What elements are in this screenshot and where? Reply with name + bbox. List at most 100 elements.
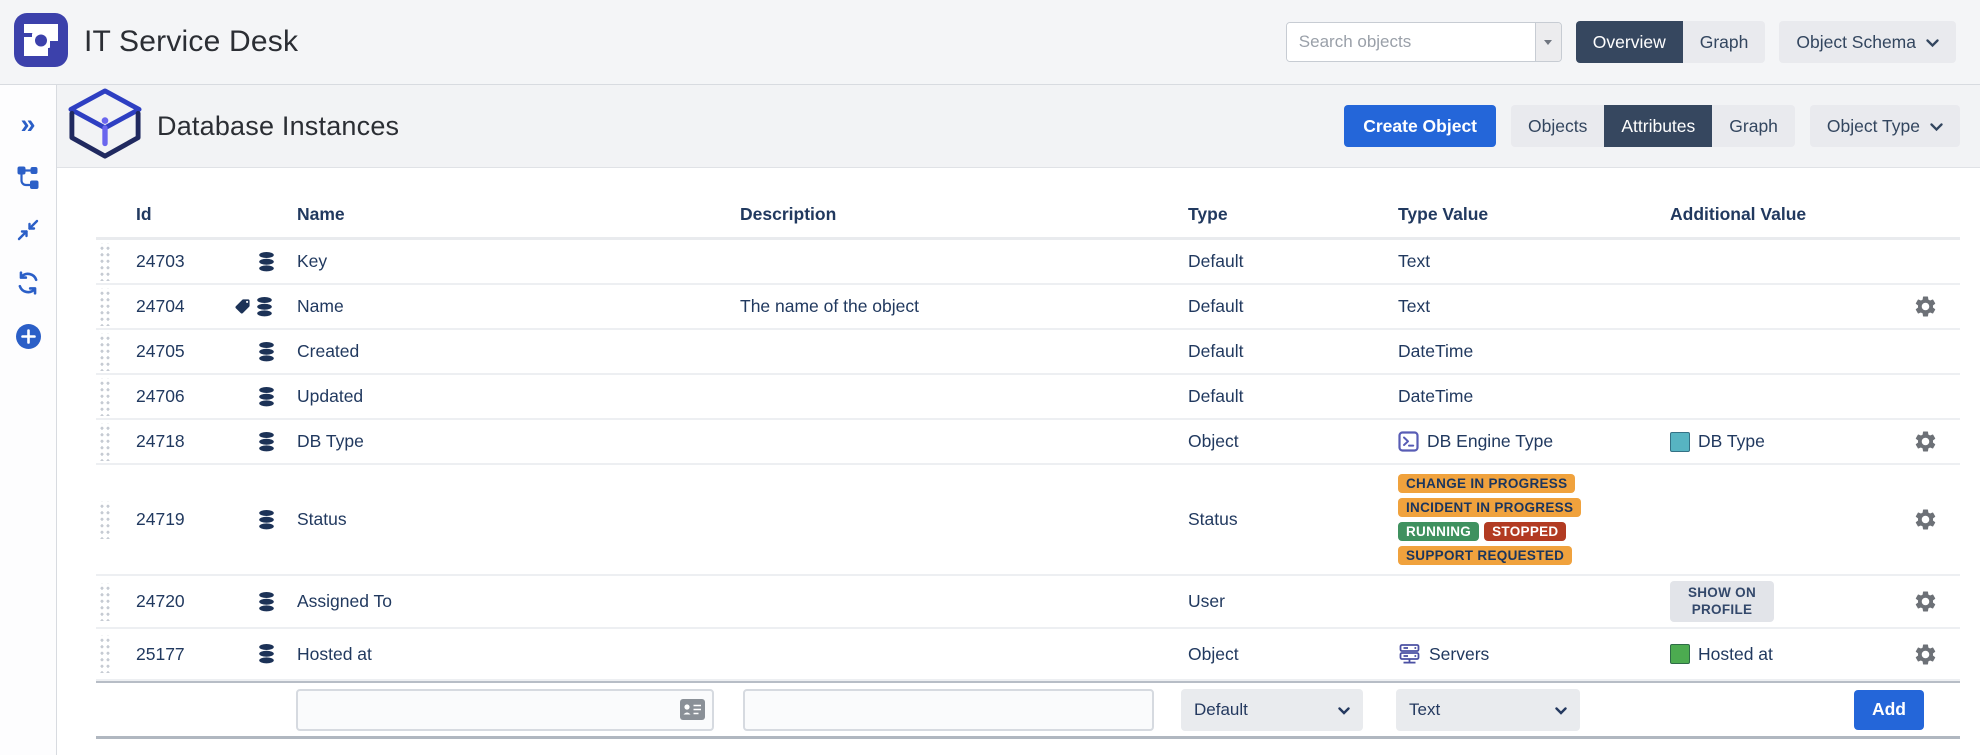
chevron-down-icon [1930,116,1943,137]
table-row: 25177Hosted atObjectServersHosted at [96,629,1960,681]
attribute-description: The name of the object [740,296,1188,317]
database-icon [257,251,276,273]
object-schema-menu-label: Object Schema [1796,32,1916,53]
database-icon [257,509,276,531]
type-value-label: DB Engine Type [1427,431,1553,452]
new-attribute-name-input[interactable] [296,689,714,731]
database-icon [257,386,276,408]
create-object-button[interactable]: Create Object [1344,105,1496,147]
collapse-icon[interactable] [13,215,43,245]
attribute-name: Hosted at [297,644,740,665]
settings-gear-icon[interactable] [1913,642,1938,667]
drag-handle-icon[interactable] [98,288,111,326]
attribute-name: Assigned To [297,591,740,612]
additional-value-label: DB Type [1698,431,1765,452]
search-dropdown-button[interactable] [1535,23,1561,61]
add-attribute-row: Default Text Add [96,681,1960,739]
attribute-id: 24720 [136,591,231,612]
drag-handle-icon[interactable] [98,333,111,371]
tag-icon [234,298,251,315]
top-nav-group: Overview Graph [1576,21,1766,63]
status-badge: SUPPORT REQUESTED [1398,546,1572,565]
terminal-window-icon [1398,431,1419,452]
type-select-value: Default [1194,700,1248,720]
database-icon [255,296,274,318]
tab-attributes[interactable]: Attributes [1604,105,1712,147]
add-button[interactable]: Add [1854,690,1924,730]
contact-card-icon[interactable] [680,699,705,720]
attribute-id: 24718 [136,431,231,452]
status-badge: RUNNING [1398,522,1479,541]
additional-value-label: Hosted at [1698,644,1773,665]
settings-gear-icon[interactable] [1913,507,1938,532]
attribute-type: User [1188,591,1398,612]
drag-handle-icon[interactable] [98,583,111,621]
object-type-menu-button[interactable]: Object Type [1810,105,1960,147]
table-row: 24705CreatedDefaultDateTime [96,330,1960,375]
table-header-row: Id Name Description Type Type Value Addi… [96,168,1960,240]
object-schema-menu-button[interactable]: Object Schema [1779,21,1956,63]
attribute-id: 24704 [136,296,231,317]
attribute-type: Default [1188,341,1398,362]
search-box [1286,22,1562,62]
type-value-select-value: Text [1409,700,1440,720]
attribute-type: Default [1188,386,1398,407]
drag-handle-icon[interactable] [98,501,111,539]
attributes-table: Id Name Description Type Type Value Addi… [96,168,1960,739]
app-header: IT Service Desk Overview Graph Object Sc… [0,0,1980,85]
attribute-type: Default [1188,296,1398,317]
column-header-id: Id [136,204,231,225]
refresh-icon[interactable] [13,268,43,298]
chevron-down-icon [1926,32,1939,53]
database-icon [257,341,276,363]
settings-gear-icon[interactable] [1913,294,1938,319]
expand-right-icon[interactable]: » [13,109,43,139]
attribute-name: Updated [297,386,740,407]
nav-overview-button[interactable]: Overview [1576,21,1683,63]
dropdown-triangle-icon [1544,40,1552,45]
brand: IT Service Desk [14,13,298,72]
tab-objects[interactable]: Objects [1511,105,1604,147]
status-badge: STOPPED [1484,522,1566,541]
search-input[interactable] [1287,23,1535,61]
type-value-select[interactable]: Text [1396,689,1580,731]
chevron-down-icon [1555,700,1567,720]
view-tabs: Objects Attributes Graph [1511,105,1795,147]
database-icon [257,431,276,453]
type-value-label: DateTime [1398,341,1473,362]
new-attribute-description-input[interactable] [743,689,1154,731]
attribute-type: Status [1188,509,1398,530]
column-header-name: Name [297,204,740,225]
object-type-menu-label: Object Type [1827,116,1920,137]
type-select[interactable]: Default [1181,689,1363,731]
attribute-id: 24719 [136,509,231,530]
attribute-id: 24705 [136,341,231,362]
table-row: 24719StatusStatusCHANGE IN PROGRESSINCID… [96,465,1960,576]
table-row: 24720Assigned ToUserSHOW ON PROFILE [96,576,1960,629]
status-badge: CHANGE IN PROGRESS [1398,474,1575,493]
type-value-label: Text [1398,251,1430,272]
drag-handle-icon[interactable] [98,243,111,281]
attribute-name: DB Type [297,431,740,452]
drag-handle-icon[interactable] [98,378,111,416]
chevron-down-icon [1338,700,1350,720]
drag-handle-icon[interactable] [98,423,111,461]
attribute-name: Name [297,296,740,317]
drag-handle-icon[interactable] [98,635,111,673]
column-header-type-value: Type Value [1398,204,1670,225]
nav-graph-button[interactable]: Graph [1683,21,1766,63]
tab-graph[interactable]: Graph [1712,105,1795,147]
settings-gear-icon[interactable] [1913,429,1938,454]
table-row: 24704NameThe name of the objectDefaultTe… [96,285,1960,330]
tree-structure-icon[interactable] [13,162,43,192]
attribute-type: Object [1188,431,1398,452]
settings-gear-icon[interactable] [1913,589,1938,614]
servers-icon [1398,644,1421,665]
table-row: 24703KeyDefaultText [96,240,1960,285]
attribute-name: Status [297,509,740,530]
column-header-description: Description [740,204,1188,225]
status-badge: INCIDENT IN PROGRESS [1398,498,1581,517]
attribute-type: Default [1188,251,1398,272]
add-circle-icon[interactable] [13,321,43,351]
color-swatch [1670,432,1690,452]
